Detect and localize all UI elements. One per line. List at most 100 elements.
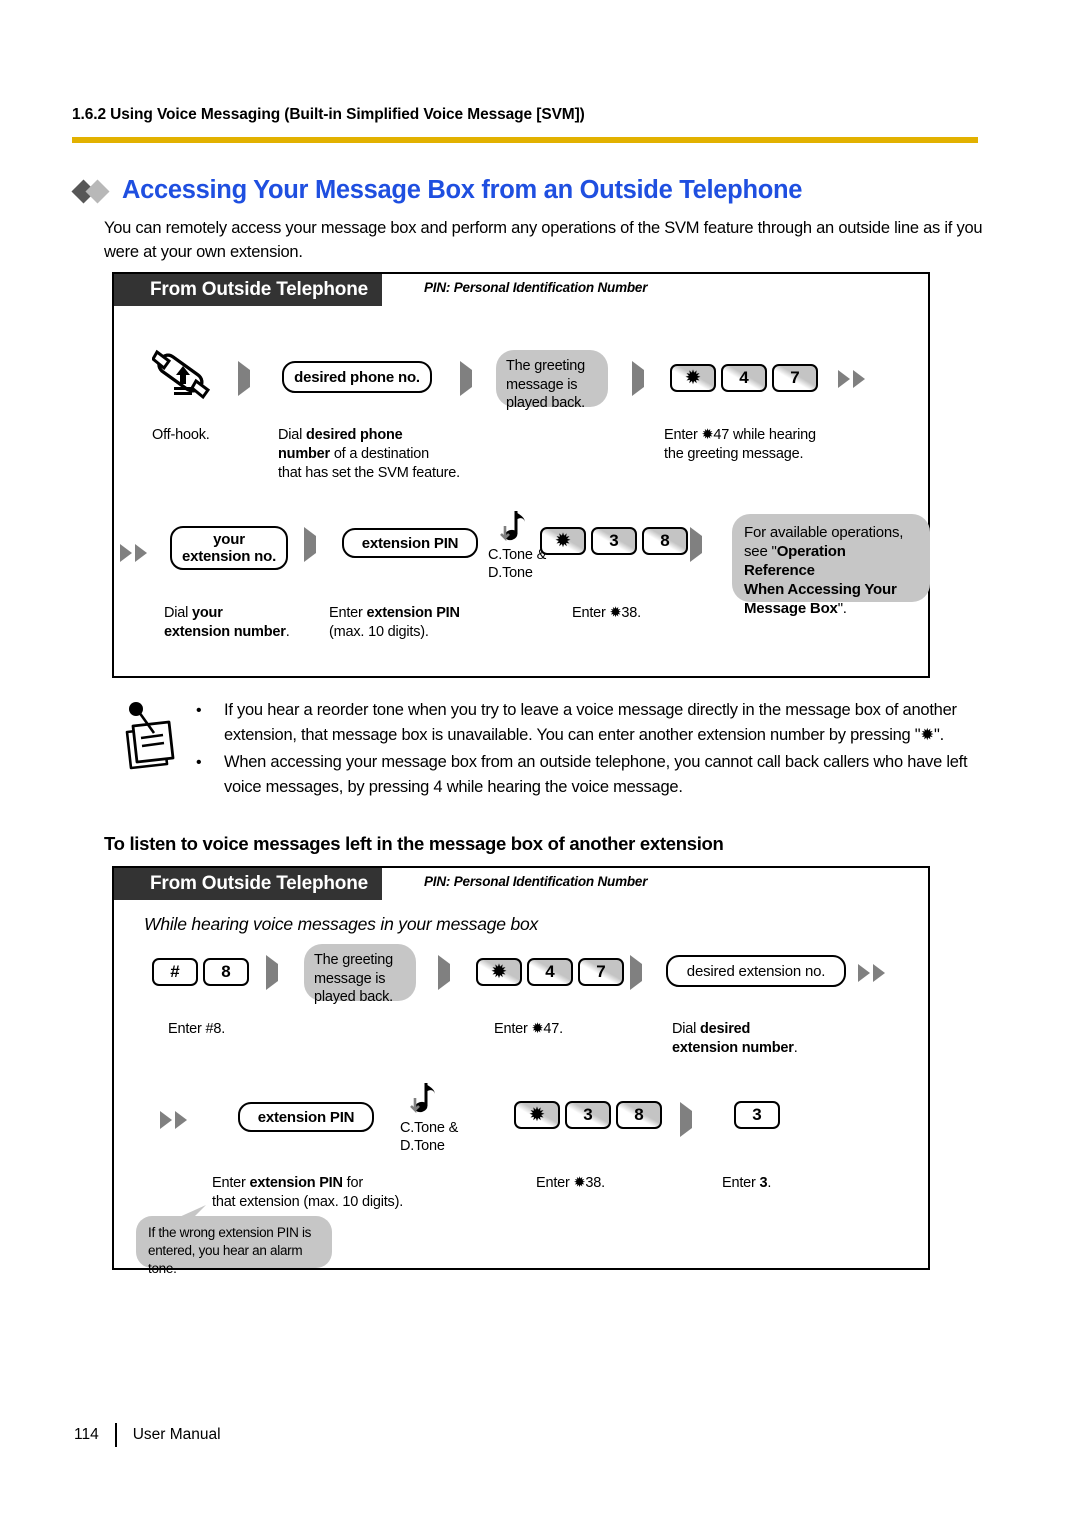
key-star[interactable]: ✹ — [540, 527, 586, 555]
caption-enter-star47: Enter ✹47 while hearing the greeting mes… — [664, 426, 894, 464]
balloon2-line-1: The greeting — [314, 952, 394, 968]
keys-star-4-7-b[interactable]: ✹ 4 7 — [476, 958, 624, 986]
key-3[interactable]: 3 — [591, 527, 637, 555]
balloon-line-3: played back. — [506, 395, 586, 411]
caption-enter-star38-b: Enter ✹38. — [536, 1175, 605, 1191]
key-8[interactable]: 8 — [642, 527, 688, 555]
footer-page-number: 114 — [74, 1426, 99, 1443]
key-4[interactable]: 4 — [721, 364, 767, 392]
diagram1-header: From Outside Telephone — [114, 274, 382, 306]
key-3[interactable]: 3 — [565, 1101, 611, 1129]
diagram-box-listen-other-extension: From Outside Telephone PIN: Personal Ide… — [112, 866, 930, 1276]
footer: 114 User Manual — [74, 1423, 221, 1447]
header-rule — [72, 137, 978, 143]
note-text: When accessing your message box from an … — [224, 753, 968, 796]
keys-star-3-8-b[interactable]: ✹ 3 8 — [514, 1101, 662, 1129]
speech-bubble-wrong-pin: If the wrong extension PIN is entered, y… — [136, 1216, 332, 1276]
dial-des-b: desired — [700, 1021, 751, 1037]
balloon2-line-3: played back. — [314, 989, 394, 1005]
diagram2-subtitle: While hearing voice messages in your mes… — [144, 914, 539, 934]
key-desired-phone-no[interactable]: desired phone no. — [282, 361, 432, 393]
enter3-c: . — [767, 1175, 772, 1191]
note-memo-icon — [114, 702, 188, 776]
key-desired-extension-no[interactable]: desired extension no. — [666, 955, 846, 987]
balloon-line-1: The greeting — [506, 358, 586, 374]
balloon2-line-2: message is — [314, 970, 386, 987]
tone-label-1: C.Tone & D.Tone — [488, 546, 546, 582]
note-text: If you hear a reorder tone when you try … — [224, 701, 957, 744]
enter3-a: Enter — [722, 1175, 760, 1191]
diagram2-header: From Outside Telephone — [114, 868, 382, 900]
page-title-row: Accessing Your Message Box from an Outsi… — [71, 176, 803, 205]
key-7[interactable]: 7 — [578, 958, 624, 986]
tone-line1: C.Tone & — [488, 547, 547, 563]
caption-text-b: desired phone — [306, 427, 403, 443]
note-bullet-icon: • — [196, 702, 202, 719]
flow-arrow-3 — [632, 361, 644, 396]
caption-text-a: Dial — [278, 427, 307, 443]
enter-pin2-c: for — [342, 1175, 364, 1191]
enter-pin2-a: Enter — [212, 1175, 250, 1191]
section-heading: To listen to voice messages left in the … — [104, 833, 724, 854]
dial-your-b: your — [192, 605, 223, 621]
tone-note-icon-1 — [496, 508, 530, 548]
dial-des-a: Dial — [672, 1021, 701, 1037]
note-item: • If you hear a reorder tone when you tr… — [196, 698, 986, 748]
key-7[interactable]: 7 — [772, 364, 818, 392]
flow-arrow-9 — [680, 1102, 692, 1137]
notes-list: • If you hear a reorder tone when you tr… — [196, 698, 986, 802]
page-title: Accessing Your Message Box from an Outsi… — [122, 176, 803, 204]
key-4[interactable]: 4 — [527, 958, 573, 986]
enter-pin-a: Enter — [329, 605, 367, 621]
keys-star-3-8[interactable]: ✹ 3 8 — [540, 527, 688, 555]
key-star[interactable]: ✹ — [476, 958, 522, 986]
keys-star-4-7[interactable]: ✹ 4 7 — [670, 364, 818, 392]
op-ref-line1: For available operations, — [744, 524, 904, 541]
key-extension-pin[interactable]: extension PIN — [342, 528, 478, 558]
op-ref-quote-close: ". — [837, 600, 847, 617]
tone-line2: D.Tone — [488, 565, 533, 581]
op-ref-line4: Message Box". — [744, 599, 918, 618]
enter-pin-c: (max. 10 digits). — [329, 624, 429, 640]
key-extension-pin-b[interactable]: extension PIN — [238, 1102, 374, 1132]
footer-label: User Manual — [132, 1426, 221, 1443]
flow-arrow-double-3 — [858, 964, 885, 982]
caption-text-d: of a destination — [329, 446, 429, 462]
key-hash[interactable]: # — [152, 958, 198, 986]
dial-des-c: extension number — [672, 1040, 794, 1056]
key-8[interactable]: 8 — [616, 1101, 662, 1129]
dial-des-d: . — [793, 1040, 798, 1056]
flow-arrow-double-2 — [120, 544, 147, 562]
dial-your-a: Dial — [164, 605, 193, 621]
caption-enter-extension-pin: Enter extension PIN (max. 10 digits). — [329, 604, 519, 642]
caption-dial-desired-phone: Dial desired phone number of a destinati… — [278, 426, 508, 483]
key-star[interactable]: ✹ — [670, 364, 716, 392]
balloon-greeting-played: The greeting message is played back. — [496, 350, 608, 411]
tone2-line1: C.Tone & — [400, 1120, 459, 1136]
flow-arrow-7 — [438, 955, 450, 990]
caption-text-e: that has set the SVM feature. — [278, 465, 460, 481]
flow-arrow-2 — [460, 361, 472, 396]
op-ref-bold3: Message Box — [744, 600, 838, 617]
note-bullet-icon: • — [196, 754, 202, 771]
your-ext-line2: extension no. — [181, 548, 277, 565]
key-3-single[interactable]: 3 — [734, 1101, 780, 1129]
off-hook-handset-icon — [152, 342, 214, 400]
op-ref-bold2: When Accessing Your — [744, 581, 897, 598]
keys-hash-8[interactable]: # 8 — [152, 958, 249, 986]
flow-arrow-double-1 — [838, 370, 865, 388]
dial-your-c: extension number — [164, 624, 286, 640]
diagram2-pin-note: PIN: Personal Identification Number — [424, 874, 648, 889]
key-star[interactable]: ✹ — [514, 1101, 560, 1129]
tone-label-2: C.Tone & D.Tone — [400, 1119, 458, 1155]
flow-arrow-1 — [238, 361, 250, 396]
key-8[interactable]: 8 — [203, 958, 249, 986]
caption-star47-line2: the greeting message. — [664, 446, 804, 462]
caption-enter-3: Enter 3. — [722, 1174, 771, 1193]
flow-arrow-8 — [630, 955, 642, 990]
op-ref-line3: When Accessing Your — [744, 580, 918, 599]
note-item: • When accessing your message box from a… — [196, 750, 986, 800]
key-your-extension-no[interactable]: your extension no. — [170, 526, 288, 570]
op-ref-quote-open: see " — [744, 543, 777, 560]
speech-line1: If the wrong extension PIN is — [148, 1225, 312, 1240]
